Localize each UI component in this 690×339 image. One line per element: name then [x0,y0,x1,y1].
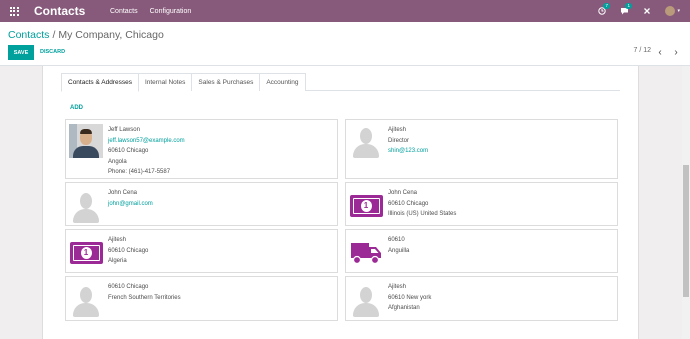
user-menu[interactable]: ▾ [665,6,680,16]
contact-address-line: 60610 [388,237,405,243]
contact-country: Anguilla [388,247,410,254]
scrollbar-thumb[interactable] [683,165,689,297]
breadcrumb-separator: / [52,29,56,41]
contact-name: John Cena [108,190,138,196]
chevron-down-icon: ▾ [677,8,680,14]
person-placeholder-icon [69,283,103,317]
contact-address-line: 60610 Chicago [108,148,149,154]
top-navbar: Contacts Contacts Configuration 7 1 ▾ [0,0,690,22]
contact-name: Ajitesh [108,237,127,243]
contact-address-line: 60610 Chicago [108,284,149,290]
contact-card[interactable]: Ajitesh Director shin@123.com [345,119,618,179]
person-placeholder-icon [69,189,103,223]
debug-tools-icon[interactable] [643,7,651,15]
breadcrumb: Contacts / My Company, Chicago [8,29,164,41]
contact-function: Director [388,137,410,144]
person-placeholder-icon [349,124,383,158]
messaging-chat-icon[interactable]: 1 [620,3,632,15]
activity-count-badge: 7 [603,3,610,9]
truck-icon [349,236,383,270]
person-placeholder-icon [349,283,383,317]
money-icon: 1 [69,236,103,270]
pager-next-icon[interactable]: › [669,45,683,59]
pager-previous-icon[interactable]: ‹ [653,45,667,59]
contact-email[interactable]: john@gmail.com [108,199,153,210]
menu-contacts[interactable]: Contacts [110,8,138,15]
breadcrumb-contacts-link[interactable]: Contacts [8,29,49,41]
contact-name: Ajitesh [388,284,407,290]
contact-address-line: 60610 New york [388,294,432,301]
contact-photo [69,124,103,158]
notebook-tabs: Contacts & Addresses Internal Notes Sale… [61,73,620,92]
apps-menu-icon[interactable] [3,0,25,22]
menu-configuration[interactable]: Configuration [150,8,192,15]
breadcrumb-current: My Company, Chicago [58,29,164,41]
contact-name: Ajitesh [388,127,407,133]
contact-phone: Phone: (461)-417-5587 [108,169,171,175]
contact-address-line: 60610 Chicago [108,247,149,254]
form-sheet: Contacts & Addresses Internal Notes Sale… [42,66,639,339]
contact-email[interactable]: jeff.lawson57@example.com [108,136,185,147]
add-contact-button[interactable]: ADD [70,105,83,111]
contact-card[interactable]: 1 John Cena 60610 Chicago Illinois (US) … [345,182,618,226]
tab-internal-notes[interactable]: Internal Notes [137,73,193,91]
contact-card[interactable]: 1 Ajitesh 60610 Chicago Algeria [65,229,338,273]
contact-country: Angola [108,158,127,165]
contact-name: Jeff Lawson [108,127,140,133]
contact-address-line: 60610 Chicago [388,200,429,207]
contact-country: French Southern Territories [108,294,181,301]
discard-button[interactable]: DISCARD [40,45,65,60]
tab-accounting[interactable]: Accounting [259,73,306,91]
contact-card[interactable]: Jeff Lawson jeff.lawson57@example.com 60… [65,119,338,179]
user-avatar [665,6,676,16]
tab-contacts-addresses[interactable]: Contacts & Addresses [61,73,139,92]
pager-value[interactable]: 7 / 12 [633,47,651,54]
message-count-badge: 1 [625,3,632,9]
money-icon: 1 [349,189,383,223]
tab-sales-purchases[interactable]: Sales & Purchases [191,73,261,91]
save-button[interactable]: SAVE [8,45,34,60]
contact-country: Algeria [108,258,127,264]
contact-country: Illinois (US) United States [388,211,457,217]
contact-card[interactable]: Ajitesh 60610 New york Afghanistan [345,276,618,321]
contact-card[interactable]: 60610 Chicago French Southern Territorie… [65,276,338,321]
contact-name: John Cena [388,190,418,196]
activity-clock-icon[interactable]: 7 [598,3,610,15]
app-title: Contacts [34,4,86,18]
contact-country: Afghanistan [388,305,420,311]
contact-card[interactable]: 60610 Anguilla [345,229,618,273]
contact-card[interactable]: John Cena john@gmail.com [65,182,338,226]
contact-email[interactable]: shin@123.com [388,146,428,157]
